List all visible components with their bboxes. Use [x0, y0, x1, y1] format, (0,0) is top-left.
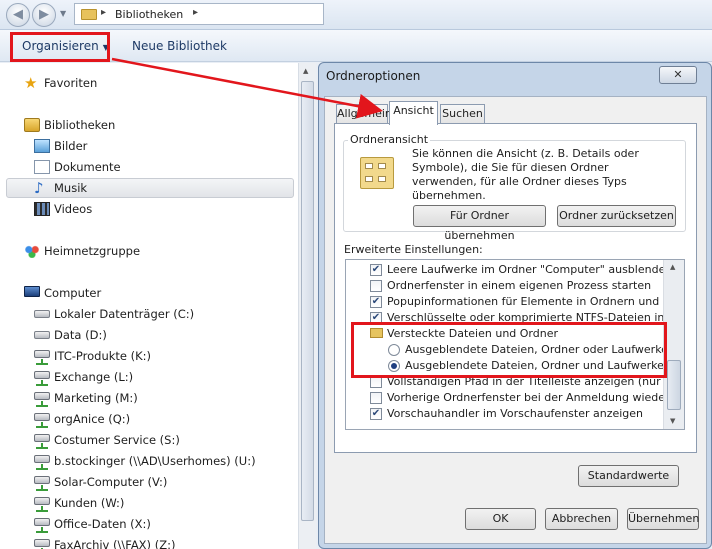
network-drive-icon	[34, 350, 50, 365]
network-drive-icon	[34, 539, 50, 549]
nav-label: Data (D:)	[54, 328, 107, 342]
tab-view[interactable]: Ansicht	[389, 101, 438, 125]
address-bar[interactable]: ▸ Bibliotheken ▸	[74, 3, 324, 25]
nav-label: Marketing (M:)	[54, 391, 138, 405]
list-item-label: Vorschauhandler im Vorschaufenster anzei…	[387, 407, 644, 420]
history-dropdown-icon[interactable]: ▼	[60, 9, 66, 18]
list-item-label: Ordnerfenster in einem eigenen Prozess s…	[387, 279, 652, 292]
documents-icon	[34, 160, 50, 174]
list-item-label: Leere Laufwerke im Ordner "Computer" aus…	[387, 263, 673, 276]
drive-icon	[34, 331, 50, 339]
nav-label: Bilder	[54, 139, 88, 153]
annotation-highlight-organize	[10, 32, 110, 62]
nav-label: Solar-Computer (V:)	[54, 475, 168, 489]
nav-label: Videos	[54, 202, 93, 216]
folder-view-title: Ordneransicht	[348, 133, 431, 146]
breadcrumb-separator-icon[interactable]: ▸	[101, 7, 106, 18]
network-drive-icon	[34, 371, 50, 386]
back-button[interactable]: ◀	[6, 3, 30, 27]
address-bar-area: ◀ ▶ ▼ ▸ Bibliotheken ▸	[0, 0, 712, 30]
checkbox[interactable]	[370, 392, 382, 404]
checkbox[interactable]	[370, 280, 382, 292]
network-drive-icon	[34, 413, 50, 428]
scrollbar-thumb[interactable]	[667, 360, 681, 410]
nav-label: Costumer Service (S:)	[54, 433, 180, 447]
apply-to-folders-button[interactable]: Für Ordner übernehmen	[413, 205, 546, 242]
ok-button[interactable]: OK	[465, 508, 536, 530]
navigation-pane: ★ Favoriten Bibliotheken Bilder Dokument…	[0, 63, 300, 549]
close-button[interactable]: ✕	[659, 66, 697, 84]
scrollbar-thumb[interactable]	[301, 81, 314, 521]
nav-label: Computer	[44, 286, 102, 300]
star-icon: ★	[24, 74, 38, 92]
nav-label: Kunden (W:)	[54, 496, 125, 510]
nav-label: orgAnice (Q:)	[54, 412, 131, 426]
advanced-settings-label: Erweiterte Einstellungen:	[344, 243, 483, 256]
folder-view-description: Sie können die Ansicht (z. B. Details od…	[412, 147, 639, 202]
checkbox[interactable]: ✔	[370, 408, 382, 420]
tab-general[interactable]: Allgemein	[336, 104, 392, 124]
nav-label: Musik	[54, 181, 88, 195]
tab-search[interactable]: Suchen	[440, 104, 485, 124]
scroll-up-icon[interactable]: ▲	[670, 263, 675, 271]
list-item-label: Vorherige Ordnerfenster bei der Anmeldun…	[387, 391, 684, 404]
checkbox[interactable]: ✔	[370, 264, 382, 276]
nav-label: Favoriten	[44, 76, 98, 90]
scroll-down-icon[interactable]: ▼	[670, 417, 675, 425]
cancel-button[interactable]: Abbrechen	[545, 508, 618, 530]
back-arrow-icon: ◀	[13, 7, 23, 22]
checkbox[interactable]: ✔	[370, 296, 382, 308]
homegroup-icon	[24, 244, 40, 258]
forward-button[interactable]: ▶	[32, 3, 56, 27]
network-drive-icon	[34, 497, 50, 512]
breadcrumb-libraries[interactable]: Bibliotheken	[115, 8, 183, 21]
forward-arrow-icon: ▶	[39, 7, 49, 22]
network-drive-icon	[34, 455, 50, 470]
breadcrumb-separator-icon[interactable]: ▸	[193, 7, 198, 18]
folder-view-icon	[360, 157, 394, 189]
network-drive-icon	[34, 434, 50, 449]
list-item-label: Popupinformationen für Elemente in Ordne…	[387, 295, 684, 308]
dialog-title: Ordneroptionen	[326, 69, 421, 83]
navigation-scrollbar[interactable]: ▲	[298, 63, 316, 549]
network-drive-icon	[34, 476, 50, 491]
nav-label: Lokaler Datenträger (C:)	[54, 307, 195, 321]
new-library-button[interactable]: Neue Bibliothek	[132, 39, 227, 53]
annotation-highlight-hidden-files	[351, 322, 667, 378]
drive-icon	[34, 310, 50, 318]
videos-icon	[34, 202, 50, 216]
network-drive-icon	[34, 392, 50, 407]
pictures-icon	[34, 139, 50, 153]
nav-label: Exchange (L:)	[54, 370, 134, 384]
restore-defaults-button[interactable]: Standardwerte	[578, 465, 679, 487]
scroll-up-icon[interactable]: ▲	[303, 67, 308, 75]
network-drive-icon	[34, 518, 50, 533]
nav-label: Dokumente	[54, 160, 121, 174]
reset-folders-button[interactable]: Ordner zurücksetzen	[557, 205, 676, 227]
music-icon: ♪	[34, 179, 44, 197]
folder-icon	[81, 9, 97, 20]
apply-button[interactable]: Übernehmen	[627, 508, 699, 530]
nav-label: Office-Daten (X:)	[54, 517, 151, 531]
nav-label: ITC-Produkte (K:)	[54, 349, 152, 363]
nav-label: Heimnetzgruppe	[44, 244, 141, 258]
computer-icon	[24, 286, 40, 297]
close-icon: ✕	[673, 68, 683, 81]
nav-label: Bibliotheken	[44, 118, 116, 132]
library-icon	[24, 118, 40, 132]
nav-label: FaxArchiv (\\FAX) (Z:)	[54, 538, 176, 549]
nav-label: b.stockinger (\\AD\Userhomes) (U:)	[54, 454, 256, 468]
